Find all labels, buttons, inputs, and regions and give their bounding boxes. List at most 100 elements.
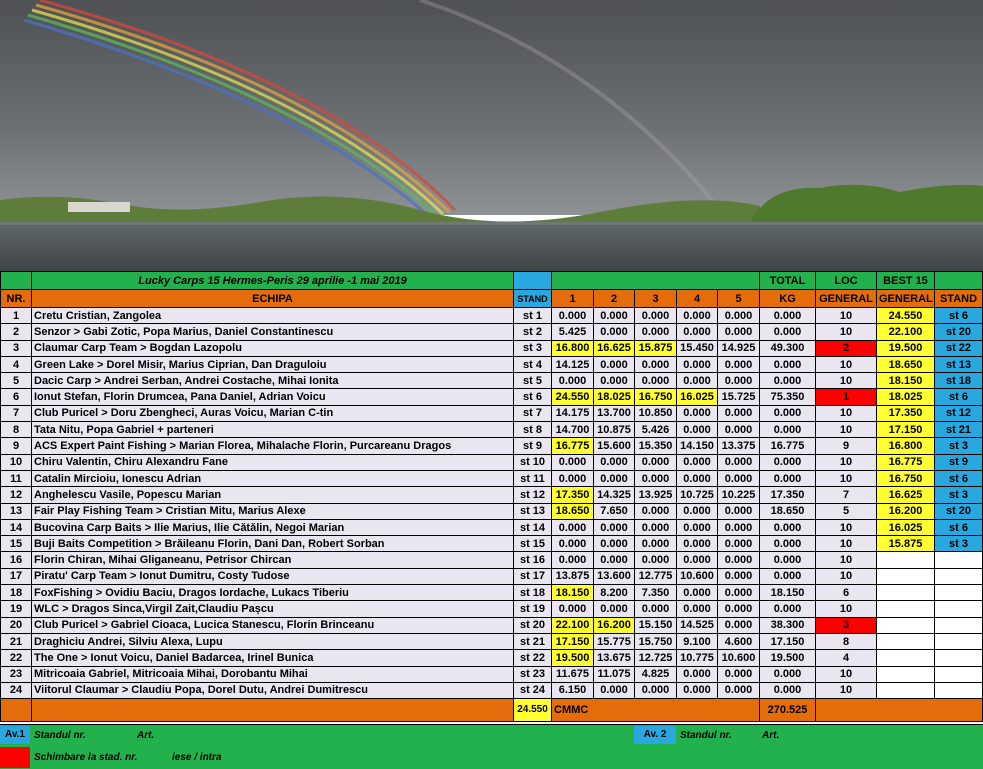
table-row: 15 Buji Baits Competition > Brăileanu Flo… bbox=[0, 535, 983, 553]
cell-round-1: 18.150 bbox=[551, 584, 594, 602]
table-row: 16 Florin Chiran, Mihai Gliganeanu, Petri… bbox=[0, 551, 983, 569]
table-row: 3 Claumar Carp Team > Bogdan Lazopolu st 3… bbox=[0, 339, 983, 357]
cell-round-3: 0.000 bbox=[634, 681, 677, 700]
cell-loc-general: 10 bbox=[815, 372, 877, 390]
header-r1: 1 bbox=[551, 289, 594, 308]
lake-rainbow-photo bbox=[0, 0, 983, 271]
cell-nr: 6 bbox=[0, 388, 32, 406]
table-row: 10 Chiru Valentin, Chiru Alexandru Fane st… bbox=[0, 453, 983, 471]
cell-echipa: Senzor > Gabi Zotic, Popa Marius, Daniel… bbox=[31, 323, 514, 341]
cell-stand: st 20 bbox=[513, 616, 552, 634]
results-sheet: Lucky Carps 15 Hermes-Peris 29 aprilie -… bbox=[0, 271, 983, 769]
cell-loc-general: 10 bbox=[815, 306, 877, 325]
cell-best-general: 16.200 bbox=[876, 502, 935, 520]
cell-total-kg: 0.000 bbox=[759, 453, 816, 471]
cell-round-4: 0.000 bbox=[676, 551, 718, 569]
cell-echipa: Catalin Mircioiu, Ionescu Adrian bbox=[31, 469, 514, 488]
cell-round-1: 24.550 bbox=[551, 388, 594, 406]
cell-loc-general: 10 bbox=[815, 600, 877, 618]
cell-nr: 11 bbox=[0, 469, 32, 488]
cell-round-1: 19.500 bbox=[551, 649, 594, 667]
cell-round-1: 0.000 bbox=[551, 518, 594, 537]
table-row: 7 Club Puricel > Doru Zbengheci, Auras Vo… bbox=[0, 404, 983, 423]
cell-stand: st 8 bbox=[513, 421, 552, 439]
cell-stand: st 14 bbox=[513, 518, 552, 537]
table-row: 9 ACS Expert Paint Fishing > Marian Flore… bbox=[0, 437, 983, 455]
cell-total-kg: 0.000 bbox=[759, 323, 816, 341]
cell-round-4: 0.000 bbox=[676, 665, 718, 683]
cell-nr: 24 bbox=[0, 681, 32, 700]
cell-best-general bbox=[876, 551, 935, 569]
footer-legend: Av.1 Standul nr. Art. Av. 2 Standul nr. … bbox=[0, 724, 983, 769]
cell-echipa: Green Lake > Dorel Misir, Marius Ciprian… bbox=[31, 355, 514, 374]
cell-round-1: 14.125 bbox=[551, 355, 594, 374]
cell-round-2: 0.000 bbox=[593, 600, 635, 618]
cell-stand: st 16 bbox=[513, 551, 552, 569]
cell-stand: st 12 bbox=[513, 486, 552, 504]
schimbare-color-swatch bbox=[0, 747, 30, 768]
cell-round-2: 0.000 bbox=[593, 551, 635, 569]
cell-round-1: 5.425 bbox=[551, 323, 594, 341]
cell-total-kg: 19.500 bbox=[759, 649, 816, 667]
table-row: 12 Anghelescu Vasile, Popescu Marian st 12… bbox=[0, 486, 983, 504]
table-row: 21 Draghiciu Andrei, Silviu Alexa, Lupu st… bbox=[0, 632, 983, 651]
cell-best-stand: st 20 bbox=[934, 502, 983, 520]
cell-nr: 15 bbox=[0, 535, 32, 553]
cell-round-2: 15.775 bbox=[593, 632, 635, 651]
cell-nr: 4 bbox=[0, 355, 32, 374]
cell-round-5: 0.000 bbox=[717, 600, 760, 618]
cell-best-stand: st 6 bbox=[934, 388, 983, 406]
cell-echipa: Piratu' Carp Team > Ionut Dumitru, Costy… bbox=[31, 567, 514, 586]
cell-stand: st 23 bbox=[513, 665, 552, 683]
cell-loc-general: 4 bbox=[815, 649, 877, 667]
cell-best-general bbox=[876, 567, 935, 586]
cell-round-5: 0.000 bbox=[717, 323, 760, 341]
cell-total-kg: 0.000 bbox=[759, 518, 816, 537]
cell-round-4: 10.775 bbox=[676, 649, 718, 667]
cell-loc-general: 10 bbox=[815, 421, 877, 439]
cell-best-stand: st 13 bbox=[934, 355, 983, 374]
table-row: 19 WLC > Dragos Sinca,Virgil Zait,Claudiu… bbox=[0, 600, 983, 618]
cell-round-4: 10.725 bbox=[676, 486, 718, 504]
cell-round-4: 0.000 bbox=[676, 404, 718, 423]
cell-round-2: 13.700 bbox=[593, 404, 635, 423]
cell-round-2: 0.000 bbox=[593, 372, 635, 390]
cell-total-kg: 17.350 bbox=[759, 486, 816, 504]
cell-round-5: 10.225 bbox=[717, 486, 760, 504]
cell-round-1: 22.100 bbox=[551, 616, 594, 634]
cell-round-4: 0.000 bbox=[676, 502, 718, 520]
cell-round-5: 0.000 bbox=[717, 584, 760, 602]
cell-round-3: 12.725 bbox=[634, 649, 677, 667]
cell-loc-general: 9 bbox=[815, 437, 877, 455]
cell-round-4: 15.450 bbox=[676, 339, 718, 357]
cell-round-2: 18.025 bbox=[593, 388, 635, 406]
cell-stand: st 3 bbox=[513, 339, 552, 357]
cell-round-5: 0.000 bbox=[717, 453, 760, 471]
cell-round-4: 0.000 bbox=[676, 453, 718, 471]
cell-total-kg: 0.000 bbox=[759, 551, 816, 569]
cell-best-stand bbox=[934, 600, 983, 618]
cell-loc-general: 10 bbox=[815, 518, 877, 537]
table-row: 1 Cretu Cristian, Zangolea st 1 0.000 0.000 0… bbox=[0, 306, 983, 325]
cell-echipa: WLC > Dragos Sinca,Virgil Zait,Claudiu P… bbox=[31, 600, 514, 618]
cell-round-2: 16.200 bbox=[593, 616, 635, 634]
cell-round-5: 15.725 bbox=[717, 388, 760, 406]
cell-echipa: Mitricoaia Gabriel, Mitricoaia Mihai, Do… bbox=[31, 665, 514, 683]
cell-echipa: Buji Baits Competition > Brăileanu Flori… bbox=[31, 535, 514, 553]
cell-nr: 10 bbox=[0, 453, 32, 471]
cell-best-stand: st 20 bbox=[934, 323, 983, 341]
cell-round-4: 9.100 bbox=[676, 632, 718, 651]
cell-round-4: 0.000 bbox=[676, 421, 718, 439]
cell-round-5: 0.000 bbox=[717, 535, 760, 553]
cell-round-2: 13.675 bbox=[593, 649, 635, 667]
cell-best-general: 19.500 bbox=[876, 339, 935, 357]
cell-nr: 21 bbox=[0, 632, 32, 651]
header-r3: 3 bbox=[634, 289, 677, 308]
cell-round-5: 0.000 bbox=[717, 469, 760, 488]
header-kg: KG bbox=[759, 289, 816, 308]
cell-round-1: 16.775 bbox=[551, 437, 594, 455]
cell-round-3: 15.350 bbox=[634, 437, 677, 455]
cell-stand: st 5 bbox=[513, 372, 552, 390]
cell-total-kg: 0.000 bbox=[759, 535, 816, 553]
cell-round-3: 15.875 bbox=[634, 339, 677, 357]
